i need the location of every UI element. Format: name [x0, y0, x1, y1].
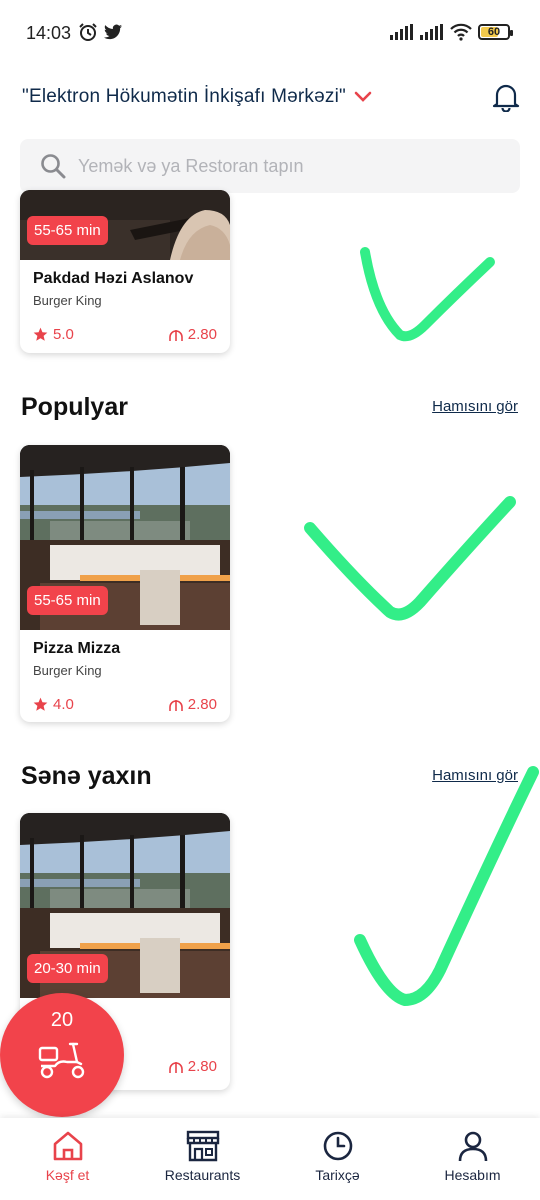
rating: 5.0 [33, 326, 74, 343]
chevron-down-icon [354, 91, 372, 102]
card-footer: 4.0 2.80 [33, 696, 217, 713]
cart-fab-button[interactable]: 20 [0, 993, 124, 1117]
wifi-icon [450, 23, 472, 41]
scooter-icon [38, 1042, 85, 1079]
restaurant-brand: Burger King [33, 293, 102, 308]
bottom-nav: Kəşf et Restaurants Tarixçə Hesabım [0, 1118, 540, 1200]
nav-label: Kəşf et [45, 1167, 90, 1183]
location-text: "Elektron Hökumətin İnkişafı Mərkəzi" [22, 86, 346, 107]
rating-value: 5.0 [53, 326, 74, 343]
delivery-fee: 2.80 [168, 1058, 217, 1075]
restaurant-brand: Burger King [33, 663, 102, 678]
status-system-icons: 60 [390, 23, 513, 41]
section-title-nearby: Sənə yaxın [21, 762, 152, 790]
restaurant-name: Pakdad Həzi Aslanov [33, 270, 194, 287]
delivery-fee: 2.80 [168, 696, 217, 713]
twitter-icon [104, 24, 122, 40]
status-bar: 14:03 60 [0, 0, 540, 66]
nav-item-restaurants[interactable]: Restaurants [135, 1118, 270, 1200]
nav-item-account[interactable]: Hesabım [405, 1118, 540, 1200]
location-selector[interactable]: "Elektron Hökumətin İnkişafı Mərkəzi" [22, 86, 372, 108]
card-footer: 5.0 2.80 [33, 326, 217, 343]
star-icon [33, 697, 48, 711]
checkmark-annotation [354, 766, 539, 1007]
user-icon [458, 1131, 487, 1162]
search-input[interactable]: Yemək və ya Restoran tapın [20, 139, 520, 193]
nav-item-discover[interactable]: Kəşf et [0, 1118, 135, 1200]
cart-count: 20 [50, 1009, 74, 1031]
delivery-fee-value: 2.80 [187, 696, 217, 713]
clock-icon [323, 1131, 352, 1161]
delivery-fee: 2.80 [168, 326, 217, 343]
checkmark-annotation [304, 496, 516, 621]
status-notification-icons [78, 22, 122, 42]
search-placeholder: Yemək və ya Restoran tapın [78, 155, 304, 176]
delivery-time-badge: 55-65 min [27, 216, 108, 245]
delivery-time-badge: 55-65 min [27, 586, 108, 615]
nav-item-history[interactable]: Tarixçə [270, 1118, 405, 1200]
restaurant-image: 55-65 min [20, 445, 230, 630]
star-icon [33, 327, 48, 341]
manat-icon [168, 699, 183, 711]
section-title-popular: Populyar [21, 393, 128, 421]
nav-label: Hesabım [444, 1167, 501, 1183]
card-body: Pakdad Həzi Aslanov Burger King 5.0 2.80 [20, 260, 230, 353]
header: "Elektron Hökumətin İnkişafı Mərkəzi" [0, 66, 540, 130]
signal-icon [420, 24, 443, 40]
bell-icon[interactable] [492, 82, 520, 112]
home-icon [53, 1131, 82, 1161]
battery-icon: 60 [478, 24, 513, 40]
restaurant-name: Pizza Mizza [33, 640, 121, 657]
battery-percent: 60 [487, 26, 501, 38]
nav-label: Tarixçə [315, 1167, 360, 1183]
rating: 4.0 [33, 696, 74, 713]
card-body: Pizza Mizza Burger King 4.0 2.80 [20, 630, 230, 722]
manat-icon [168, 329, 183, 341]
restaurant-image: 20-30 min [20, 813, 230, 998]
restaurant-card[interactable]: 55-65 min Pizza Mizza Burger King 4.0 2.… [20, 445, 230, 722]
delivery-fee-value: 2.80 [187, 326, 217, 343]
restaurant-image: 55-65 min [20, 190, 230, 260]
checkmark-annotation [360, 247, 495, 342]
status-time: 14:03 [26, 23, 72, 43]
manat-icon [168, 1061, 183, 1073]
see-all-popular-link[interactable]: Hamısını gör [432, 398, 518, 415]
restaurant-card[interactable]: 55-65 min Pakdad Həzi Aslanov Burger Kin… [20, 190, 230, 353]
search-icon [41, 154, 66, 179]
alarm-icon [79, 23, 97, 41]
delivery-fee-value: 2.80 [187, 1058, 217, 1075]
delivery-time-badge: 20-30 min [27, 954, 108, 983]
nav-label: Restaurants [164, 1167, 241, 1183]
store-icon [186, 1130, 219, 1162]
rating-value: 4.0 [53, 696, 74, 713]
signal-icon [390, 24, 413, 40]
